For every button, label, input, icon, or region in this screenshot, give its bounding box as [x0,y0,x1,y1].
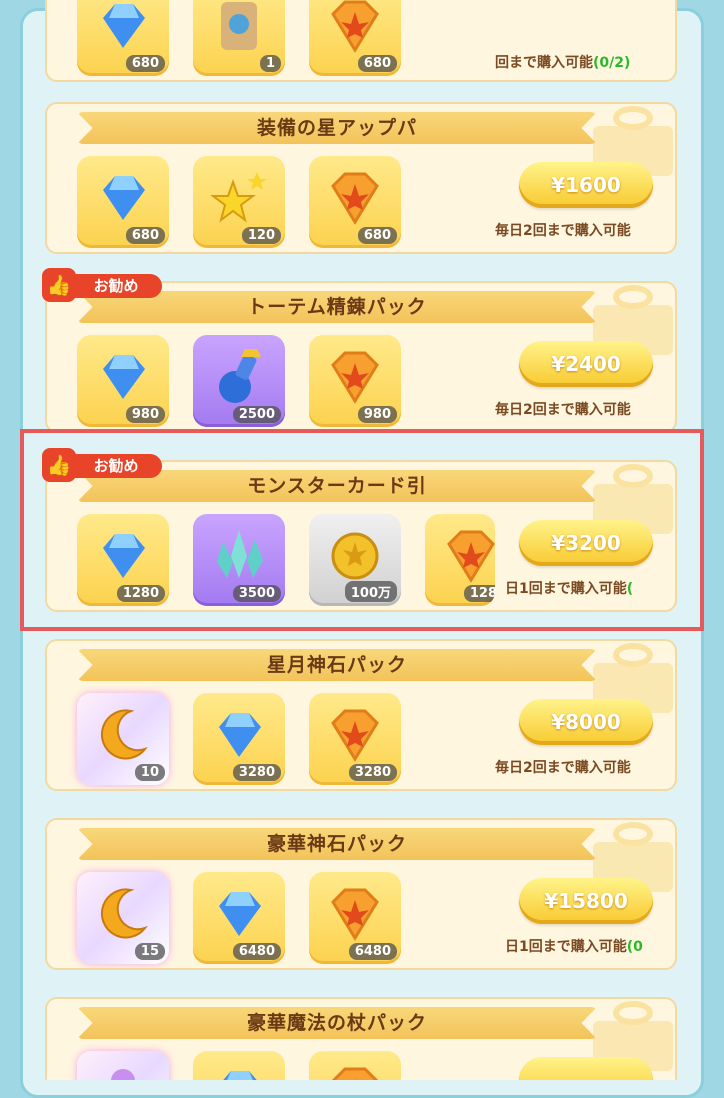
item-slot[interactable] [77,1051,169,1080]
maple-gem-icon [331,709,379,762]
pack-card: 豪華神石パック 15 6480 6480 ¥15800 日1回まで購入可能(0 [45,818,677,970]
item-qty: 10 [134,764,165,781]
pack-title: 装備の星アップパ [256,117,417,139]
item-slot[interactable]: 1 [193,0,285,76]
pack-title: 豪華魔法の杖パック [246,1012,427,1034]
pack-card: 豪華魔法の杖パック [45,997,677,1080]
item-qty: 680 [357,55,397,72]
item-qty: 680 [357,227,397,244]
item-qty: 3280 [348,764,397,781]
item-slot[interactable]: 120 [193,156,285,248]
item-slot[interactable]: 6480 [309,872,401,964]
item-slot[interactable]: 980 [309,335,401,427]
buy-button[interactable]: ¥2400 [519,341,653,387]
pack-title: トーテム精錬パック [247,296,427,318]
pack-card: 装備の星アップパ 680 120 680 ¥1600 毎日2回まで購入可能 [45,102,677,254]
item-qty: 120 [241,227,281,244]
purchase-limit: 回まで購入可能(0/2) [495,55,631,71]
item-slot[interactable]: 980 [77,335,169,427]
moon-icon [100,888,148,939]
moon-icon [100,709,148,760]
maple-gem-icon [331,0,379,53]
item-qty: 15 [134,943,165,960]
item-slot[interactable]: 2500 [193,335,285,427]
maple-gem-icon [331,351,379,404]
blue-gem-icon [103,355,145,399]
buy-button[interactable] [519,1057,653,1080]
staff-icon [111,1069,135,1080]
item-slot[interactable]: 10 [77,693,169,785]
item-qty: 3280 [232,764,281,781]
item-slot[interactable]: 6480 [193,872,285,964]
buy-button[interactable]: ¥1600 [519,162,653,208]
blue-gem-icon [103,4,145,48]
item-qty: 980 [125,406,165,423]
selection-highlight [20,429,704,631]
totem-icon [221,2,257,50]
purchase-limit: 日1回まで購入可能(0 [505,939,643,955]
purchase-limit: 毎日2回まで購入可能 [495,223,631,239]
pack-title: 豪華神石パック [266,833,407,855]
blue-gem-icon [219,892,261,936]
item-slot[interactable]: 680 [309,0,401,76]
item-slot[interactable] [309,1051,401,1080]
item-qty: 1 [259,55,281,72]
pack-card: 680 1 680 回まで購入可能(0/2) [45,0,677,82]
item-slot[interactable]: 3280 [309,693,401,785]
maple-gem-icon [331,888,379,941]
pack-card: 星月神石パック 10 3280 3280 ¥8000 毎日2回まで購入可能 [45,639,677,791]
purchase-limit: 毎日2回まで購入可能 [495,760,631,776]
star-icon [210,172,267,223]
item-slot[interactable]: 680 [77,156,169,248]
blue-gem-icon [219,713,261,757]
item-qty: 6480 [232,943,281,960]
pack-title: 星月神石パック [266,654,407,676]
item-slot[interactable]: 680 [309,156,401,248]
pack-card: トーテム精錬パック 980 2500 980 ¥2400 毎日2回まで購入可能 [45,281,677,433]
item-qty: 6480 [348,943,397,960]
potion-icon [219,349,261,403]
buy-button[interactable]: ¥15800 [519,878,653,924]
purchase-limit: 毎日2回まで購入可能 [495,402,631,418]
item-slot[interactable] [193,1051,285,1080]
item-qty: 2500 [232,406,281,423]
blue-gem-icon [103,176,145,220]
item-qty: 680 [125,227,165,244]
blue-gem-icon [223,1071,257,1080]
item-slot[interactable]: 3280 [193,693,285,785]
item-slot[interactable]: 680 [77,0,169,76]
item-qty: 980 [357,406,397,423]
maple-gem-icon [331,1067,379,1080]
item-slot[interactable]: 15 [77,872,169,964]
maple-gem-icon [331,172,379,225]
buy-button[interactable]: ¥8000 [519,699,653,745]
item-qty: 680 [125,55,165,72]
